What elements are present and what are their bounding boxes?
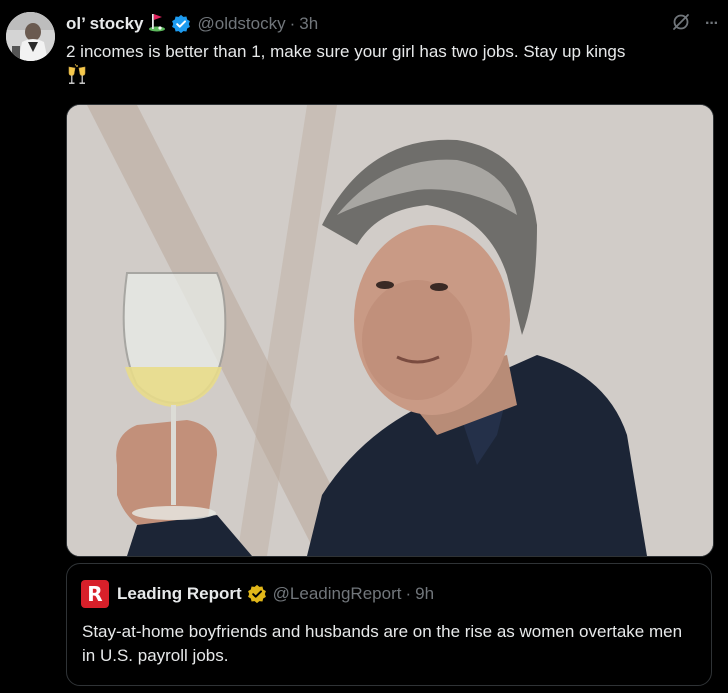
quoted-tweet-text: Stay-at-home boyfriends and husbands are…	[82, 622, 683, 665]
quoted-tweet[interactable]: R Leading Report @LeadingReport · 9h Sta…	[66, 563, 712, 686]
gold-verified-badge-icon[interactable]	[247, 584, 267, 604]
quoted-tweet-header: R Leading Report @LeadingReport · 9h	[81, 580, 434, 608]
tweet-text: 2 incomes is better than 1, make sure yo…	[66, 42, 626, 61]
separator-dot: ·	[289, 14, 296, 33]
clinking-glasses-icon	[66, 64, 88, 93]
photo-image	[67, 105, 713, 556]
author-display-name[interactable]: ol’ stocky	[66, 14, 143, 34]
quoted-display-name[interactable]: Leading Report	[117, 584, 242, 604]
header-actions: ···	[671, 12, 719, 37]
leading-report-logo[interactable]: R	[81, 580, 109, 608]
tweet-photo[interactable]	[66, 104, 714, 557]
logo-letter: R	[87, 582, 103, 606]
tweet-header: ol’ stocky @oldstocky · 3h ···	[66, 12, 719, 37]
tweet-timestamp[interactable]: 3h	[299, 14, 318, 34]
quoted-timestamp[interactable]: 9h	[415, 584, 434, 604]
tweet-body: 2 incomes is better than 1, make sure yo…	[66, 40, 716, 93]
quoted-handle[interactable]: @LeadingReport	[273, 584, 402, 604]
more-options-icon[interactable]: ···	[705, 15, 719, 33]
author-avatar[interactable]	[6, 12, 55, 61]
grok-icon[interactable]	[671, 12, 691, 37]
golf-flag-icon	[148, 12, 166, 37]
quoted-separator-dot: ·	[405, 584, 412, 603]
verified-badge-icon[interactable]	[171, 14, 191, 34]
author-handle[interactable]: @oldstocky	[197, 14, 285, 34]
avatar-image	[6, 12, 55, 61]
